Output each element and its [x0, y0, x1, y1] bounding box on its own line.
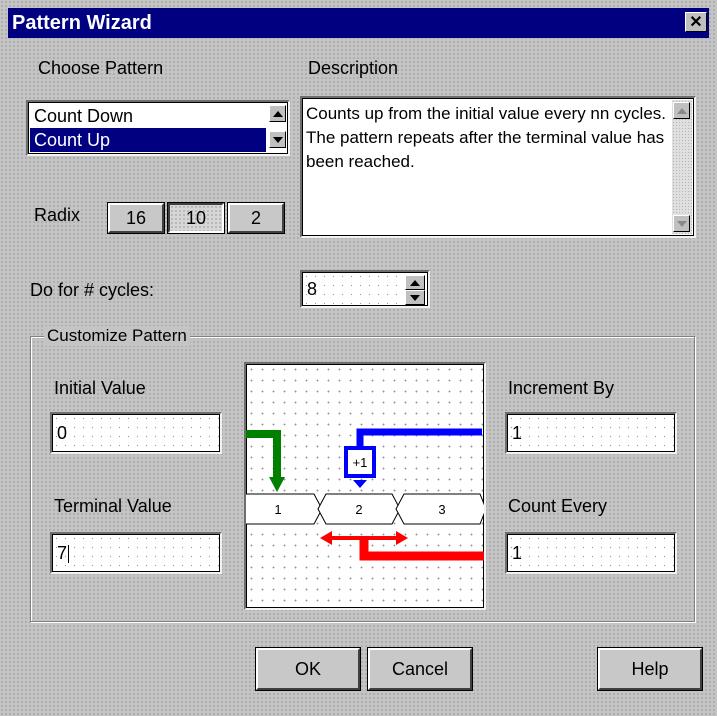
radix-label: Radix	[34, 205, 81, 225]
value-label-2: 2	[355, 502, 362, 517]
text-caret	[68, 545, 70, 564]
value-cell-1	[246, 493, 323, 525]
arrow-down-icon	[676, 220, 687, 227]
red-count-line	[359, 538, 484, 561]
value-label-1: 1	[274, 502, 281, 517]
pattern-wizard-dialog: Pattern Wizard ✕ Choose Pattern Count Do…	[0, 0, 717, 716]
radix-10-button[interactable]: 10	[167, 202, 225, 234]
initial-value-label: Initial Value	[54, 378, 146, 398]
radix-16-button[interactable]: 16	[107, 202, 165, 234]
initial-value-input[interactable]: 0	[57, 423, 67, 444]
increment-by-field[interactable]: 1	[505, 412, 677, 454]
blue-increment-line	[356, 428, 482, 448]
terminal-value-label: Terminal Value	[54, 496, 172, 516]
description-label: Description	[308, 58, 399, 78]
arrow-down-icon	[410, 294, 420, 301]
cycles-increment-button[interactable]	[405, 275, 425, 290]
count-every-input[interactable]: 1	[512, 543, 522, 564]
list-item-count-down[interactable]: Count Down	[30, 104, 266, 128]
title-bar: Pattern Wizard ✕	[8, 8, 709, 38]
arrow-down-icon	[272, 136, 283, 143]
description-text: Counts up from the initial value every n…	[306, 104, 667, 171]
close-icon[interactable]: ✕	[685, 12, 707, 32]
cancel-button[interactable]: Cancel	[367, 647, 473, 691]
scroll-up-button[interactable]	[269, 105, 286, 122]
red-arrow-right-head	[396, 531, 408, 545]
arrow-up-icon	[676, 107, 687, 114]
arrow-up-icon	[272, 110, 283, 117]
initial-value-field[interactable]: 0	[50, 412, 222, 454]
green-initial-arrow	[246, 430, 281, 479]
customize-pattern-label: Customize Pattern	[44, 326, 190, 346]
terminal-value-input[interactable]: 7	[57, 543, 67, 563]
cycles-field[interactable]: 8	[300, 270, 430, 308]
value-label-3: 3	[438, 502, 445, 517]
pattern-diagram-svg: +1 1 2 3	[246, 428, 484, 561]
description-box: Counts up from the initial value every n…	[300, 96, 696, 238]
list-item-count-up[interactable]: Count Up	[30, 128, 266, 152]
count-every-label: Count Every	[508, 496, 608, 516]
pattern-diagram: +1 1 2 3	[244, 362, 486, 610]
cycles-value: 8	[307, 279, 318, 299]
count-every-field[interactable]: 1	[505, 532, 677, 574]
ok-button[interactable]: OK	[255, 647, 361, 691]
green-arrow-head	[269, 477, 285, 492]
description-scroll-up-button[interactable]	[673, 102, 690, 119]
cycles-decrement-button[interactable]	[405, 290, 425, 305]
scroll-down-button[interactable]	[269, 131, 286, 148]
description-scroll-down-button[interactable]	[673, 215, 690, 232]
blue-arrow-head	[353, 480, 367, 488]
increment-label: +1	[353, 455, 368, 470]
pattern-list[interactable]: Count Down Count Up	[26, 100, 290, 156]
choose-pattern-label: Choose Pattern	[38, 58, 164, 78]
cycles-label: Do for # cycles:	[30, 280, 155, 300]
increment-by-input[interactable]: 1	[512, 423, 522, 444]
radix-2-button[interactable]: 2	[227, 202, 285, 234]
description-scrollbar[interactable]	[672, 100, 692, 234]
help-button[interactable]: Help	[597, 647, 703, 691]
window-title: Pattern Wizard	[12, 12, 152, 34]
increment-by-label: Increment By	[508, 378, 615, 398]
arrow-up-icon	[410, 279, 420, 286]
red-arrow-left-head	[320, 531, 332, 545]
terminal-value-field[interactable]: 7	[50, 532, 222, 574]
